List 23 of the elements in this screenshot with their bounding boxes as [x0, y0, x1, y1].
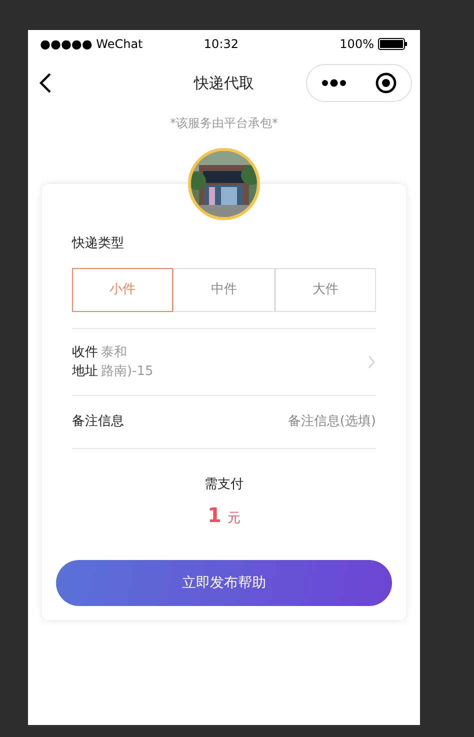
- size-option[interactable]: 小件: [72, 268, 174, 312]
- address-text: 路南)-15: [101, 362, 154, 380]
- size-option[interactable]: 中件: [173, 268, 275, 312]
- remark-field[interactable]: 备注信息(选填): [246, 412, 376, 432]
- battery-icon: [378, 38, 408, 50]
- more-icon[interactable]: [321, 79, 347, 87]
- time-text: 10:32: [204, 36, 239, 53]
- price-amount: 1: [208, 502, 222, 529]
- size-option[interactable]: 大件: [274, 268, 376, 312]
- field-label: 备注信息: [72, 412, 124, 431]
- payment-label: 需支付: [204, 476, 244, 494]
- field-label: 收件: [72, 344, 98, 362]
- battery-text: 100%: [340, 36, 374, 53]
- page-title: 快递代取: [194, 72, 254, 94]
- field-label: 快递类型: [72, 235, 125, 253]
- capsule-menu[interactable]: [306, 64, 412, 102]
- publish-button[interactable]: 立即发布帮助: [56, 560, 392, 606]
- address-text: 泰和: [101, 344, 127, 362]
- field-label: 地址: [72, 362, 98, 380]
- price-unit: 元: [227, 510, 240, 528]
- back-icon[interactable]: [38, 72, 52, 94]
- notice-text: *该服务由平台承包*: [170, 115, 278, 132]
- carrier-text: ●●●●● WeChat: [40, 36, 143, 53]
